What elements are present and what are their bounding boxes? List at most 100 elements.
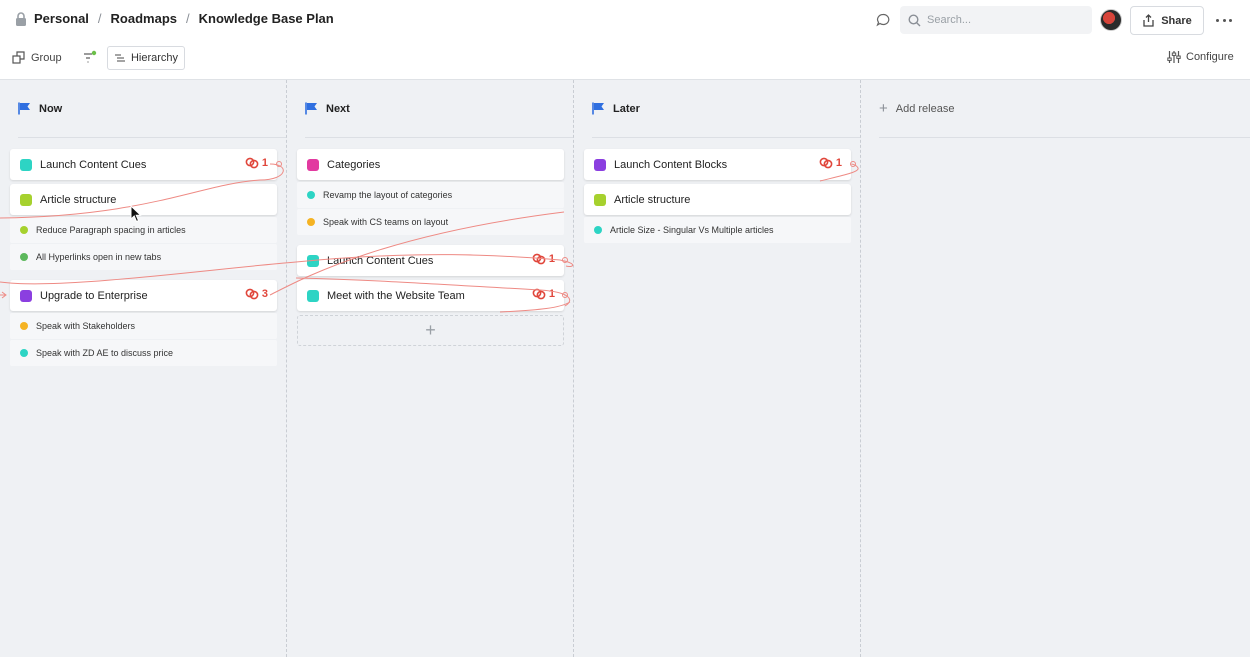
sub-item-label: Speak with Stakeholders bbox=[36, 321, 136, 331]
feature-card[interactable]: Launch Content Blocks 1 bbox=[584, 149, 851, 180]
release-header-later[interactable]: Later bbox=[592, 80, 860, 138]
link-icon bbox=[532, 288, 546, 300]
sub-item-label: Reduce Paragraph spacing in articles bbox=[36, 225, 186, 235]
feature-card[interactable]: Article structure bbox=[584, 184, 851, 215]
color-swatch bbox=[20, 193, 32, 206]
add-release-button[interactable]: + Add release bbox=[879, 80, 1250, 138]
feature-card[interactable]: Article structure bbox=[10, 184, 277, 215]
filter-icon[interactable] bbox=[82, 50, 98, 66]
feature-card[interactable]: Categories bbox=[297, 149, 564, 180]
status-dot bbox=[20, 322, 28, 330]
link-icon bbox=[245, 157, 259, 169]
dependency-badge[interactable]: 1 bbox=[532, 253, 555, 265]
dependency-arrow bbox=[0, 291, 7, 299]
column-divider bbox=[573, 80, 574, 657]
configure-label: Configure bbox=[1186, 51, 1234, 63]
sub-item[interactable]: Speak with ZD AE to discuss price bbox=[10, 340, 277, 366]
sub-item[interactable]: Reduce Paragraph spacing in articles bbox=[10, 217, 277, 243]
sub-item[interactable]: Article Size - Singular Vs Multiple arti… bbox=[584, 217, 851, 243]
sliders-icon bbox=[1167, 51, 1181, 63]
status-dot bbox=[20, 253, 28, 261]
flag-icon bbox=[305, 102, 317, 115]
page-title: Knowledge Base Plan bbox=[198, 11, 334, 26]
dependency-badge[interactable]: 1 bbox=[819, 157, 842, 169]
hierarchy-button[interactable]: Hierarchy bbox=[107, 46, 185, 70]
release-header-next[interactable]: Next bbox=[305, 80, 573, 138]
breadcrumb-roadmaps[interactable]: Roadmaps bbox=[111, 11, 177, 26]
breadcrumb-personal[interactable]: Personal bbox=[34, 11, 89, 26]
link-anchor bbox=[850, 161, 856, 167]
sub-item[interactable]: All Hyperlinks open in new tabs bbox=[10, 244, 277, 270]
link-icon bbox=[245, 288, 259, 300]
add-release-label: Add release bbox=[895, 102, 955, 115]
hierarchy-icon bbox=[114, 54, 125, 62]
status-dot bbox=[20, 226, 28, 234]
card-label: Article structure bbox=[614, 193, 691, 206]
color-swatch bbox=[594, 193, 606, 206]
lock-icon bbox=[16, 11, 26, 26]
card-label: Upgrade to Enterprise bbox=[40, 289, 148, 302]
feature-card[interactable]: Launch Content Cues 1 bbox=[297, 245, 564, 276]
status-dot bbox=[20, 349, 28, 357]
sub-item[interactable]: Revamp the layout of categories bbox=[297, 182, 564, 208]
sub-item-label: All Hyperlinks open in new tabs bbox=[36, 252, 162, 262]
breadcrumb-separator: / bbox=[186, 11, 190, 26]
card-label: Launch Content Blocks bbox=[614, 158, 728, 171]
status-dot bbox=[594, 226, 602, 234]
card-label: Article structure bbox=[40, 193, 117, 206]
card-label: Meet with the Website Team bbox=[327, 289, 465, 302]
color-swatch bbox=[594, 158, 606, 171]
column-divider bbox=[286, 80, 287, 657]
sub-item[interactable]: Speak with CS teams on layout bbox=[297, 209, 564, 235]
sub-item-label: Speak with ZD AE to discuss price bbox=[36, 348, 174, 358]
release-title: Next bbox=[326, 102, 350, 115]
feature-card[interactable]: Upgrade to Enterprise 3 bbox=[10, 280, 277, 311]
sub-item-label: Revamp the layout of categories bbox=[323, 190, 453, 200]
mouse-cursor-icon bbox=[130, 205, 142, 223]
sub-item-label: Speak with CS teams on layout bbox=[323, 217, 449, 227]
share-label: Share bbox=[1161, 14, 1192, 27]
sub-item[interactable]: Speak with Stakeholders bbox=[10, 313, 277, 339]
dependency-badge[interactable]: 1 bbox=[245, 157, 268, 169]
share-button[interactable]: Share bbox=[1130, 6, 1204, 35]
status-dot bbox=[307, 191, 315, 199]
color-swatch bbox=[307, 254, 319, 267]
group-button[interactable]: Group bbox=[12, 51, 62, 64]
more-options-icon[interactable] bbox=[1216, 12, 1232, 28]
release-title: Now bbox=[39, 102, 63, 115]
column-divider bbox=[860, 80, 861, 657]
color-swatch bbox=[20, 158, 32, 171]
search-box[interactable] bbox=[900, 6, 1092, 34]
status-dot bbox=[307, 218, 315, 226]
breadcrumb-separator: / bbox=[97, 11, 102, 26]
dependency-badge[interactable]: 1 bbox=[532, 288, 555, 300]
card-label: Launch Content Cues bbox=[327, 254, 434, 267]
dependency-badge[interactable]: 3 bbox=[245, 288, 268, 300]
share-icon bbox=[1143, 14, 1154, 27]
comment-icon[interactable] bbox=[876, 13, 890, 27]
flag-icon bbox=[18, 102, 30, 115]
search-input[interactable] bbox=[927, 14, 1077, 26]
link-icon bbox=[819, 157, 833, 169]
plus-icon: + bbox=[425, 320, 436, 340]
roadmap-board: Now Next Later + Add release Launch Cont… bbox=[0, 80, 1250, 657]
card-label: Categories bbox=[327, 158, 381, 171]
hierarchy-label: Hierarchy bbox=[130, 52, 179, 64]
color-swatch bbox=[307, 158, 319, 171]
sub-item-label: Article Size - Singular Vs Multiple arti… bbox=[610, 225, 774, 235]
group-label: Group bbox=[31, 51, 62, 64]
link-count: 3 bbox=[261, 288, 268, 300]
color-swatch bbox=[20, 289, 32, 302]
release-title: Later bbox=[613, 102, 640, 115]
group-icon bbox=[12, 51, 25, 64]
feature-card[interactable]: Meet with the Website Team 1 bbox=[297, 280, 564, 311]
feature-card[interactable]: Launch Content Cues 1 bbox=[10, 149, 277, 180]
card-label: Launch Content Cues bbox=[40, 158, 147, 171]
top-bar: Personal / Roadmaps / Knowledge Base Pla… bbox=[0, 0, 1250, 40]
avatar[interactable] bbox=[1100, 9, 1122, 31]
link-count: 1 bbox=[835, 157, 842, 169]
add-feature-button[interactable]: + bbox=[297, 315, 564, 346]
configure-button[interactable]: Configure bbox=[1167, 50, 1234, 64]
release-header-now[interactable]: Now bbox=[18, 80, 286, 138]
link-count: 1 bbox=[261, 157, 268, 169]
